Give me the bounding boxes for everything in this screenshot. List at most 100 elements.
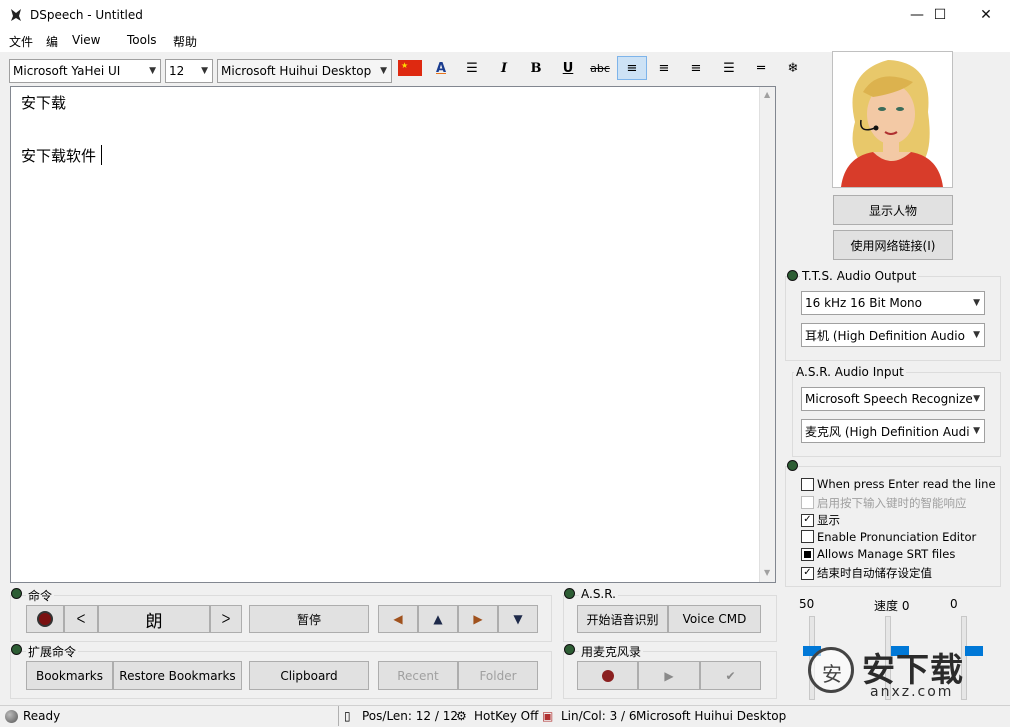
mic-label: 用麦克风录 [579, 643, 644, 660]
maximize-icon: ☐ [933, 7, 947, 23]
tts-device-value: 耳机 (High Definition Audio [805, 328, 965, 343]
text-cursor [101, 145, 102, 165]
voice-cmd-button[interactable]: Voice CMD [668, 605, 761, 633]
menu-view[interactable]: View [72, 33, 100, 47]
previous-icon: ᐸ [76, 612, 86, 626]
bold-icon: B [530, 60, 542, 76]
stop-icon [37, 611, 53, 627]
commands-label: 命令 [26, 587, 55, 604]
bullet-list-button[interactable]: ☰ [459, 56, 485, 80]
show-person-button[interactable]: 显示人物 [833, 195, 953, 225]
use-network-button[interactable]: 使用网络链接(I) [833, 230, 953, 260]
justify-icon: ☰ [723, 60, 735, 76]
option-row[interactable]: 启用按下输入键时的智能响应 [801, 495, 967, 511]
italic-button[interactable]: I [491, 56, 517, 80]
read-button[interactable]: 朗 [98, 605, 210, 633]
chevron-down-icon: ▼ [973, 394, 980, 404]
save-disk-icon: ▣ [542, 709, 554, 723]
option-checkbox[interactable] [801, 477, 814, 491]
option-checkbox[interactable]: ✓ [801, 513, 814, 527]
record-button[interactable] [577, 661, 638, 690]
tts-group-label: T.T.S. Audio Output [800, 269, 919, 283]
align-center-button[interactable]: ≡ [651, 56, 677, 80]
asr-device-select[interactable]: 麦克风 (High Definition Audi ▼ [801, 419, 985, 443]
strikethrough-button[interactable]: abc [587, 56, 613, 80]
pause-button[interactable]: 暂停 [249, 605, 369, 633]
font-name-select[interactable]: Microsoft YaHei UI ▼ [9, 59, 161, 83]
tts-format-select[interactable]: 16 kHz 16 Bit Mono ▼ [801, 291, 985, 315]
bold-button[interactable]: B [523, 56, 549, 80]
menu-file[interactable]: 文件 [9, 33, 33, 50]
bookmarks-button[interactable]: Bookmarks [26, 661, 113, 690]
text-editor[interactable]: 安下载 安下载软件 ▲ ▼ [10, 86, 776, 583]
menu-help[interactable]: 帮助 [173, 33, 197, 50]
nav-right-button[interactable]: ▶ [458, 605, 498, 633]
editor-line: 安下载 [21, 94, 67, 112]
chevron-down-icon: ▼ [973, 298, 980, 308]
stop-button[interactable] [26, 605, 64, 633]
option-row[interactable]: When press Enter read the line [801, 477, 996, 491]
status-lin-col: Lin/Col: 3 / 6 [561, 709, 637, 723]
asr-device-value: 麦克风 (High Definition Audi [805, 424, 970, 439]
font-size-value: 12 [169, 64, 185, 78]
recent-button[interactable]: Recent [378, 661, 458, 690]
watermark: 安 安下载 anxz.com [800, 645, 1005, 703]
language-flag-icon[interactable]: ★ [398, 60, 422, 76]
option-checkbox[interactable] [801, 530, 814, 544]
play-button[interactable]: ▶ [638, 661, 700, 690]
avatar [832, 51, 953, 188]
align-center-icon: ≡ [658, 60, 670, 76]
freeze-button[interactable]: ❄ [780, 56, 806, 80]
editor-scrollbar[interactable]: ▲ ▼ [759, 87, 775, 582]
font-color-icon: A [435, 60, 447, 76]
extended-label: 扩展命令 [26, 643, 79, 660]
voice-select[interactable]: Microsoft Huihui Desktop ▼ [217, 59, 392, 83]
restore-bookmarks-button[interactable]: Restore Bookmarks [113, 661, 242, 690]
font-size-select[interactable]: 12 ▼ [165, 59, 213, 83]
accept-button[interactable]: ✔ [700, 661, 761, 690]
nav-down-button[interactable]: ▼ [498, 605, 538, 633]
next-icon: ᐳ [221, 612, 231, 626]
status-divider [338, 706, 339, 726]
status-pos-len: Pos/Len: 12 / 12 [362, 709, 458, 723]
voice-value: Microsoft Huihui Desktop [221, 64, 372, 78]
asr-engine-value: Microsoft Speech Recognize [805, 392, 973, 406]
option-checkbox[interactable] [801, 547, 814, 561]
previous-button[interactable]: ᐸ [64, 605, 98, 633]
nav-left-button[interactable]: ◀ [378, 605, 418, 633]
clipboard-button[interactable]: Clipboard [249, 661, 369, 690]
close-button[interactable]: ✕ [963, 0, 1009, 30]
align-left-button[interactable]: ≡ [617, 56, 647, 80]
start-asr-button[interactable]: 开始语音识别 [577, 605, 668, 633]
justify-button[interactable]: ☰ [716, 56, 742, 80]
menu-edit[interactable]: 编 [46, 33, 58, 50]
volume-value: 50 [799, 597, 815, 611]
tts-format-value: 16 kHz 16 Bit Mono [805, 296, 922, 310]
asr-input-label: A.S.R. Audio Input [794, 365, 906, 379]
chevron-down-icon: ▼ [201, 66, 208, 76]
align-right-button[interactable]: ≡ [683, 56, 709, 80]
asr-engine-select[interactable]: Microsoft Speech Recognize ▼ [801, 387, 985, 411]
tts-output-group [785, 276, 1001, 361]
avatar-image [841, 60, 943, 187]
nav-up-button[interactable]: ▲ [418, 605, 458, 633]
option-checkbox[interactable] [801, 496, 814, 510]
asr-label: A.S.R. [579, 587, 618, 601]
option-row[interactable]: ✓ 显示 [801, 512, 840, 528]
next-button[interactable]: ᐳ [210, 605, 242, 633]
line-button[interactable]: ═ [748, 56, 774, 80]
tts-device-select[interactable]: 耳机 (High Definition Audio ▼ [801, 323, 985, 347]
folder-button[interactable]: Folder [458, 661, 538, 690]
status-ready-icon [5, 710, 18, 723]
option-row[interactable]: Allows Manage SRT files [801, 547, 955, 561]
option-label: 显示 [817, 513, 840, 528]
app-icon [8, 7, 24, 23]
maximize-button[interactable]: ☐ [917, 0, 963, 30]
option-row[interactable]: ✓ 结束时自动储存设定值 [801, 565, 932, 581]
record-icon [601, 669, 614, 682]
option-checkbox[interactable]: ✓ [801, 566, 814, 580]
option-row[interactable]: Enable Pronunciation Editor [801, 530, 976, 544]
underline-button[interactable]: U [555, 56, 581, 80]
menu-tools[interactable]: Tools [127, 33, 157, 47]
font-color-button[interactable]: A [428, 56, 454, 80]
